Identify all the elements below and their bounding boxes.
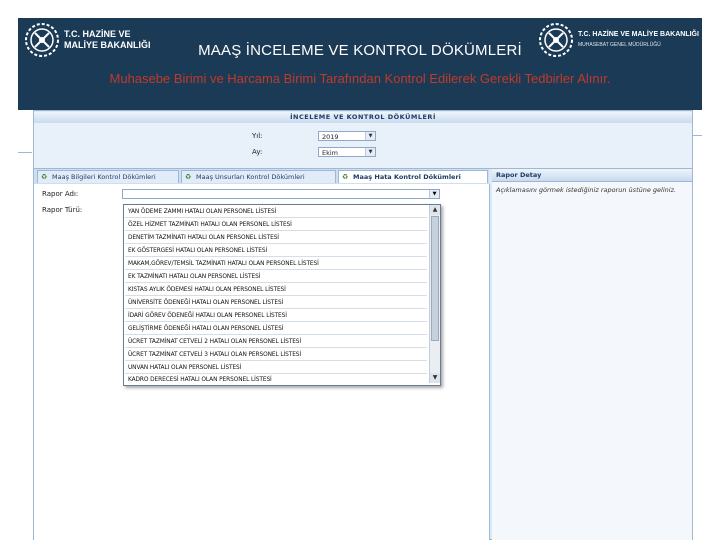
- app-screenshot: İNCELEME VE KONTROL DÖKÜMLERİ Yıl: 2019 …: [33, 110, 693, 540]
- scroll-down-icon[interactable]: ▼: [430, 373, 440, 383]
- rapor-adi-select[interactable]: ▼: [122, 189, 440, 199]
- report-detail-panel: Rapor Detay Açıklamasını görmek istediği…: [492, 169, 692, 540]
- tab-label: Maaş Unsurları Kontrol Dökümleri: [196, 173, 305, 181]
- divider: [18, 152, 32, 153]
- list-item[interactable]: ÜCRET TAZMİNAT CETVELİ 2 HATALI OLAN PER…: [125, 335, 427, 348]
- ay-select[interactable]: Ekim ▼: [318, 147, 376, 157]
- list-item[interactable]: MAKAM,GÖREV/TEMSİL TAZMİNATI HATALI OLAN…: [125, 257, 427, 270]
- list-item[interactable]: KADRO DERECESİ HATALI OLAN PERSONEL LİST…: [125, 373, 427, 385]
- tab-maas-hata[interactable]: ♻ Maaş Hata Kontrol Dökümleri: [338, 170, 488, 183]
- list-item[interactable]: DENETİM TAZMİNATI HATALI OLAN PERSONEL L…: [125, 231, 427, 244]
- rapor-turu-label: Rapor Türü:: [42, 206, 83, 214]
- rapor-adi-label: Rapor Adı:: [42, 190, 79, 198]
- yil-value: 2019: [322, 133, 339, 141]
- refresh-icon: ♻: [185, 173, 192, 181]
- rapor-adi-dropdown-list: YAN ÖDEME ZAMMI HATALI OLAN PERSONEL LİS…: [123, 204, 441, 386]
- report-form: Rapor Adı: ▼ Rapor Türü: YAN ÖDEME ZAMMI…: [34, 184, 490, 540]
- yil-label: Yıl:: [252, 132, 263, 140]
- tab-maas-unsurlari[interactable]: ♻ Maaş Unsurları Kontrol Dökümleri: [181, 170, 336, 183]
- yil-select[interactable]: 2019 ▼: [318, 131, 376, 141]
- list-item[interactable]: GELİŞTİRME ÖDENEĞİ HATALI OLAN PERSONEL …: [125, 322, 427, 335]
- tab-maas-bilgileri[interactable]: ♻ Maaş Bilgileri Kontrol Dökümleri: [37, 170, 179, 183]
- logo-left-line1: T.C. HAZİNE VE: [64, 29, 131, 39]
- tab-label: Maaş Hata Kontrol Dökümleri: [353, 173, 461, 181]
- scroll-up-icon[interactable]: ▲: [430, 205, 440, 215]
- refresh-icon: ♻: [41, 173, 48, 181]
- panel-title: İNCELEME VE KONTROL DÖKÜMLERİ: [34, 112, 692, 123]
- list-item[interactable]: EK TAZMİNATI HATALI OLAN PERSONEL LİSTES…: [125, 270, 427, 283]
- list-item[interactable]: YAN ÖDEME ZAMMI HATALI OLAN PERSONEL LİS…: [125, 205, 427, 218]
- divider: [693, 135, 702, 136]
- chevron-down-icon[interactable]: ▼: [365, 148, 375, 156]
- slide-header: T.C. HAZİNE VE MALİYE BAKANLIĞI T.C. HAZ…: [18, 18, 702, 110]
- tab-bar: ♻ Maaş Bilgileri Kontrol Dökümleri ♻ Maa…: [34, 169, 489, 185]
- refresh-icon: ♻: [342, 173, 349, 181]
- dropdown-scrollbar[interactable]: ▲ ▼: [429, 205, 440, 383]
- scrollbar-thumb[interactable]: [431, 216, 439, 341]
- report-detail-title: Rapor Detay: [492, 169, 692, 182]
- list-item[interactable]: KISTAS AYLIK ÖDEMESİ HATALI OLAN PERSONE…: [125, 283, 427, 296]
- slide-title: MAAŞ İNCELEME VE KONTROL DÖKÜMLERİ: [198, 42, 522, 59]
- filter-panel: İNCELEME VE KONTROL DÖKÜMLERİ Yıl: 2019 …: [34, 112, 692, 169]
- slide-subtitle: Muhasebe Birimi ve Harcama Birimi Tarafı…: [109, 71, 611, 86]
- ay-label: Ay:: [252, 148, 263, 156]
- report-detail-description: Açıklamasını görmek istediğiniz raporun …: [496, 186, 677, 194]
- ay-value: Ekim: [322, 149, 339, 157]
- logo-right-line1: T.C. HAZİNE VE MALİYE BAKANLIĞI: [578, 31, 699, 38]
- list-item[interactable]: İDARİ GÖREV ÖDENEĞİ HATALI OLAN PERSONEL…: [125, 309, 427, 322]
- list-item[interactable]: ÖZEL HİZMET TAZMİNATI HATALI OLAN PERSON…: [125, 218, 427, 231]
- list-item[interactable]: ÜNİVERSİTE ÖDENEĞİ HATALI OLAN PERSONEL …: [125, 296, 427, 309]
- list-item[interactable]: ÜCRET TAZMİNAT CETVELİ 3 HATALI OLAN PER…: [125, 348, 427, 361]
- tab-label: Maaş Bilgileri Kontrol Dökümleri: [52, 173, 156, 181]
- chevron-down-icon[interactable]: ▼: [429, 190, 439, 198]
- list-item[interactable]: EK GÖSTERGESİ HATALI OLAN PERSONEL LİSTE…: [125, 244, 427, 257]
- chevron-down-icon[interactable]: ▼: [365, 132, 375, 140]
